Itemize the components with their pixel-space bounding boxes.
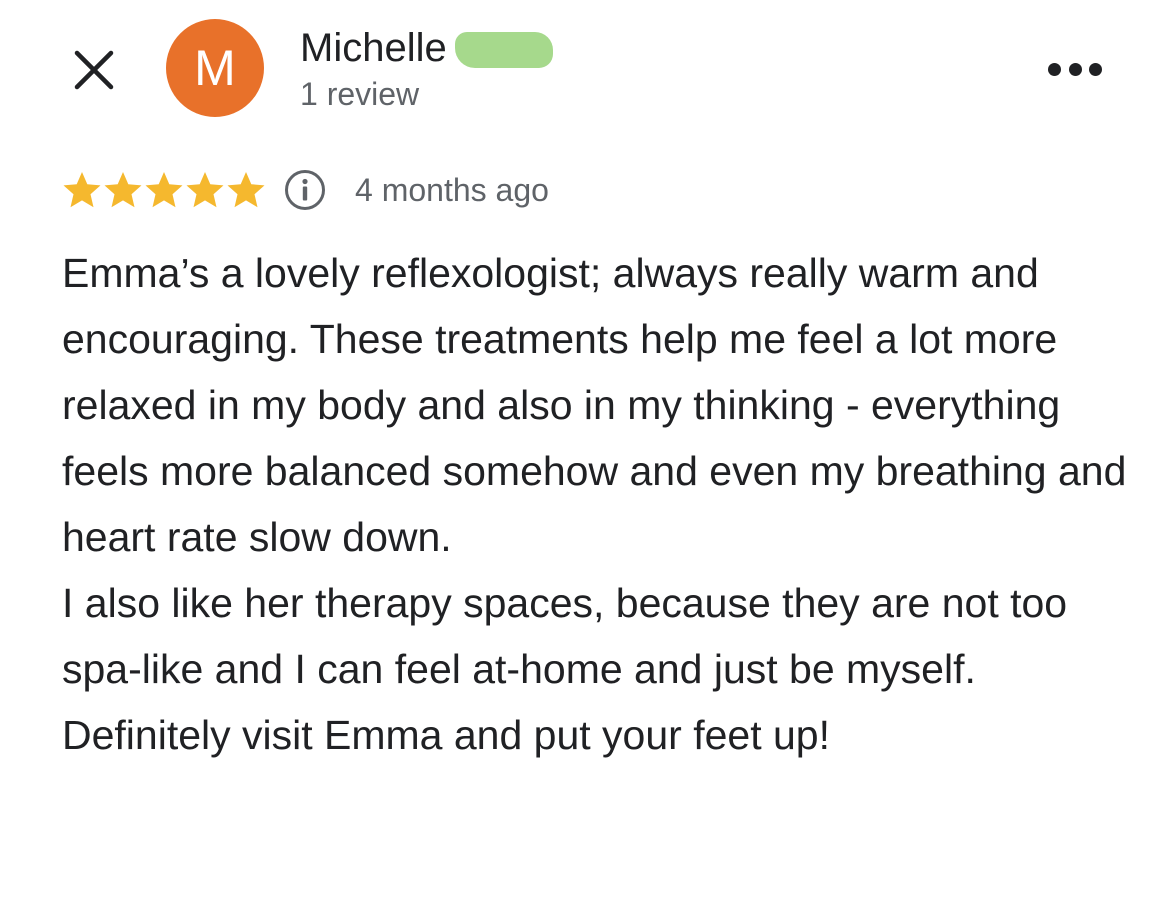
star-icon bbox=[186, 172, 224, 208]
redaction-mark bbox=[454, 32, 553, 68]
star-icon bbox=[145, 172, 183, 208]
more-options-button[interactable] bbox=[1048, 58, 1102, 80]
review-count: 1 review bbox=[300, 76, 420, 112]
close-icon bbox=[74, 50, 114, 90]
reviewer-name-row: Michelle bbox=[300, 24, 553, 72]
reviewer-name[interactable]: Michelle bbox=[300, 24, 447, 72]
rating-row: 4 months ago bbox=[62, 168, 549, 212]
review-paragraph: I also like her therapy spaces, because … bbox=[62, 580, 1068, 758]
review-text: Emma’s a lovely reflexologist; always re… bbox=[62, 240, 1142, 768]
star-icon bbox=[104, 172, 142, 208]
review-date: 4 months ago bbox=[355, 172, 549, 208]
review-paragraph: Emma’s a lovely reflexologist; always re… bbox=[62, 250, 1127, 560]
star-icon bbox=[227, 172, 265, 208]
info-icon[interactable] bbox=[283, 168, 327, 212]
more-options-icon bbox=[1048, 62, 1061, 76]
review-detail-page: M Michelle 1 review 4 months ago Emma’s … bbox=[0, 0, 1170, 923]
more-options-icon-dot bbox=[1068, 62, 1082, 76]
avatar[interactable]: M bbox=[166, 19, 264, 117]
more-options-icon-dot bbox=[1089, 62, 1102, 76]
star-icon bbox=[63, 172, 101, 208]
close-button[interactable] bbox=[72, 48, 116, 92]
star-rating bbox=[62, 170, 267, 210]
